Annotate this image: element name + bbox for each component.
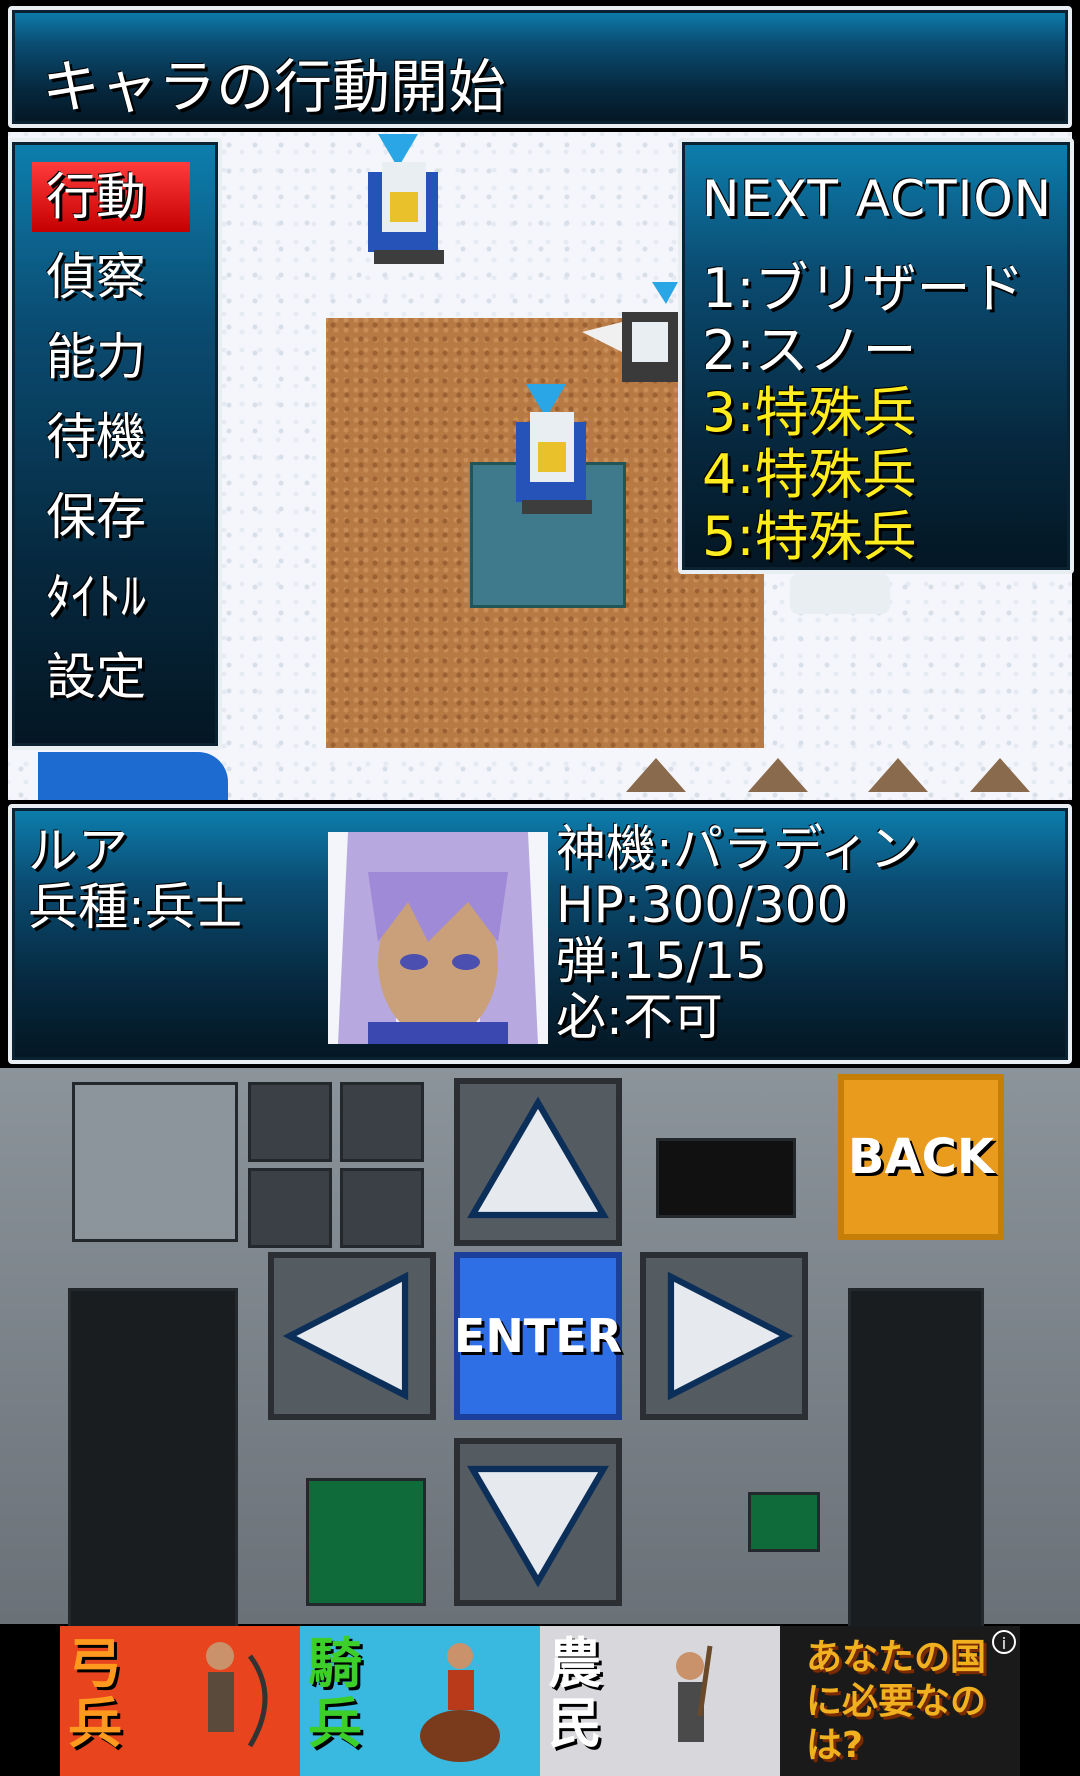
gauge-icon bbox=[248, 1082, 332, 1162]
info-icon[interactable]: i bbox=[992, 1630, 1016, 1654]
ad-cell-farmer[interactable]: 農民 bbox=[540, 1626, 780, 1776]
unit-name: ルア bbox=[28, 822, 128, 880]
dpad-left-button[interactable] bbox=[268, 1252, 436, 1420]
mountain-terrain bbox=[626, 758, 686, 792]
arrow-up-icon bbox=[467, 1096, 609, 1219]
ad-word: 騎兵 bbox=[308, 1632, 362, 1755]
dpad-up-button[interactable] bbox=[454, 1078, 622, 1246]
cavalry-figure-icon bbox=[420, 1643, 500, 1762]
ad-cell-cavalry[interactable]: 騎兵 bbox=[300, 1626, 540, 1776]
display-screen bbox=[748, 1492, 820, 1552]
enter-label: ENTER bbox=[453, 1309, 623, 1363]
arrow-down-icon bbox=[467, 1465, 609, 1588]
arrow-left-icon bbox=[282, 1271, 409, 1401]
water-terrain bbox=[38, 752, 228, 800]
ad-banner[interactable]: 弓兵 騎兵 農民 あなたの国に必要なのは? i bbox=[60, 1626, 1020, 1776]
ad-cell-archer[interactable]: 弓兵 bbox=[60, 1626, 300, 1776]
ally-knight-unit[interactable] bbox=[338, 132, 468, 282]
dpad-right-button[interactable] bbox=[640, 1252, 808, 1420]
enter-button[interactable]: ENTER bbox=[454, 1252, 622, 1420]
screen-title: キャラの行動開始 bbox=[42, 53, 507, 121]
gauge-icon bbox=[340, 1168, 424, 1248]
menu-item-title[interactable]: ﾀｲﾄﾙ bbox=[32, 562, 190, 632]
enemy-unit[interactable] bbox=[582, 282, 692, 412]
ad-word: 農民 bbox=[548, 1632, 602, 1755]
mountain-terrain bbox=[868, 758, 928, 792]
menu-item-settings[interactable]: 設定 bbox=[32, 642, 190, 712]
dpad-down-button[interactable] bbox=[454, 1438, 622, 1606]
menu-item-ability[interactable]: 能力 bbox=[32, 322, 190, 392]
command-menu: 行動 偵察 能力 待機 保存 ﾀｲﾄﾙ 設定 bbox=[8, 138, 222, 750]
farmer-figure-icon bbox=[676, 1645, 713, 1742]
ad-cell-slogan[interactable]: あなたの国に必要なのは? i bbox=[780, 1626, 1020, 1776]
unit-hp: HP:300/300 bbox=[556, 876, 849, 934]
unit-special: 必:不可 bbox=[556, 988, 723, 1046]
gauge-icon bbox=[248, 1168, 332, 1248]
ad-slogan: あなたの国に必要なのは? bbox=[806, 1637, 987, 1766]
character-portrait bbox=[328, 832, 548, 1044]
next-action-entry: 5:特殊兵 bbox=[702, 505, 917, 568]
unit-mech: 神機:パラディン bbox=[556, 820, 920, 878]
archer-figure-icon bbox=[206, 1642, 268, 1748]
menu-item-action[interactable]: 行動 bbox=[32, 162, 190, 232]
back-button[interactable]: BACK bbox=[838, 1074, 1004, 1240]
next-action-heading: NEXT ACTION bbox=[702, 170, 1053, 228]
unit-class: 兵種:兵士 bbox=[28, 878, 245, 936]
ad-word: 弓兵 bbox=[68, 1632, 122, 1755]
title-bar: キャラの行動開始 bbox=[8, 6, 1072, 128]
mountain-terrain bbox=[748, 758, 808, 792]
menu-item-scout[interactable]: 偵察 bbox=[32, 242, 190, 312]
next-action-panel: NEXT ACTION 1:ブリザード 2:スノー 3:特殊兵 4:特殊兵 5:… bbox=[678, 138, 1074, 574]
back-label: BACK bbox=[847, 1129, 995, 1185]
decorative-panel bbox=[72, 1082, 238, 1242]
mountain-terrain bbox=[970, 758, 1030, 792]
unit-ammo: 弾:15/15 bbox=[556, 932, 767, 990]
display-screen bbox=[656, 1138, 796, 1218]
unit-status-panel: ルア 兵種:兵士 神機:パラディン HP:300/300 弾:15/15 必:不… bbox=[8, 804, 1072, 1064]
radar-screen bbox=[306, 1478, 426, 1606]
arrow-right-icon bbox=[667, 1271, 794, 1401]
gauge-icon bbox=[340, 1082, 424, 1162]
menu-item-save[interactable]: 保存 bbox=[32, 482, 190, 552]
menu-item-wait[interactable]: 待機 bbox=[32, 402, 190, 472]
snow-tree-terrain bbox=[790, 574, 890, 614]
